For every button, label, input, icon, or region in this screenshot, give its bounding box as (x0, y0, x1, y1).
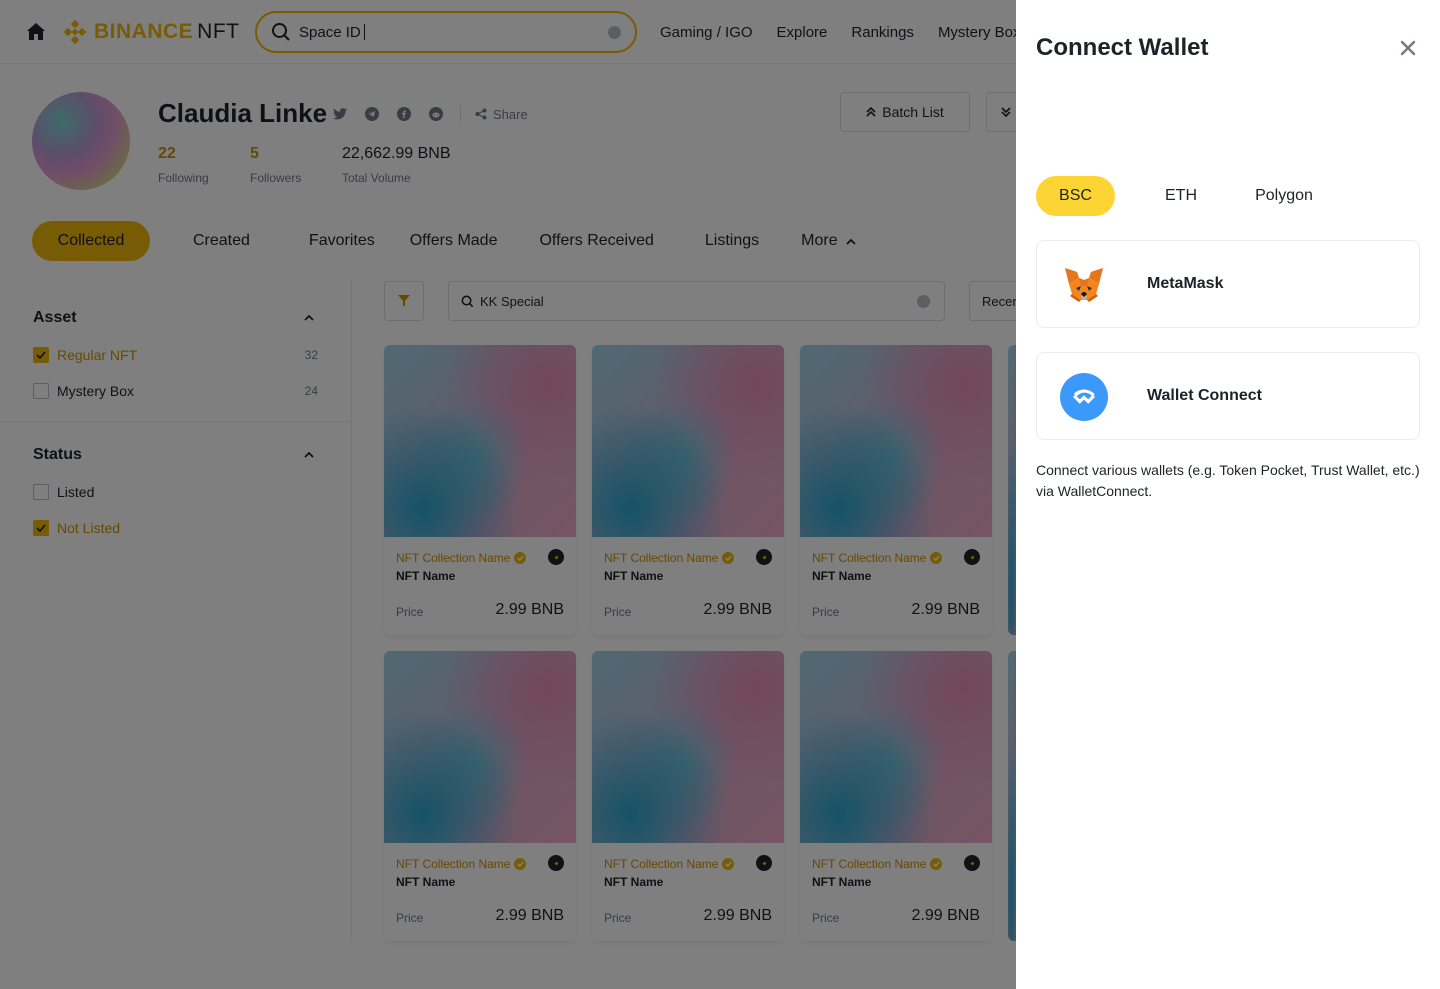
wallet-name-walletconnect: Wallet Connect (1147, 387, 1262, 404)
chain-tab-polygon[interactable]: Polygon (1249, 176, 1319, 216)
drawer-title: Connect Wallet (1036, 34, 1209, 61)
walletconnect-note: Connect various wallets (e.g. Token Pock… (1036, 462, 1420, 499)
wallet-name-metamask: MetaMask (1147, 275, 1224, 292)
connect-wallet-drawer: Connect Wallet BSC ETH Polygon MetaMask … (1016, 0, 1440, 989)
modal-backdrop[interactable] (0, 0, 1016, 989)
wallet-option-walletconnect[interactable]: Wallet Connect (1036, 352, 1420, 440)
chain-tab-bsc[interactable]: BSC (1036, 176, 1115, 216)
close-icon[interactable] (1398, 38, 1418, 58)
chain-tab-eth[interactable]: ETH (1157, 176, 1205, 216)
walletconnect-icon (1059, 373, 1109, 421)
metamask-fox-icon (1059, 261, 1109, 309)
wallet-option-metamask[interactable]: MetaMask (1036, 240, 1420, 328)
chain-tabs: BSC ETH Polygon (1036, 176, 1319, 216)
